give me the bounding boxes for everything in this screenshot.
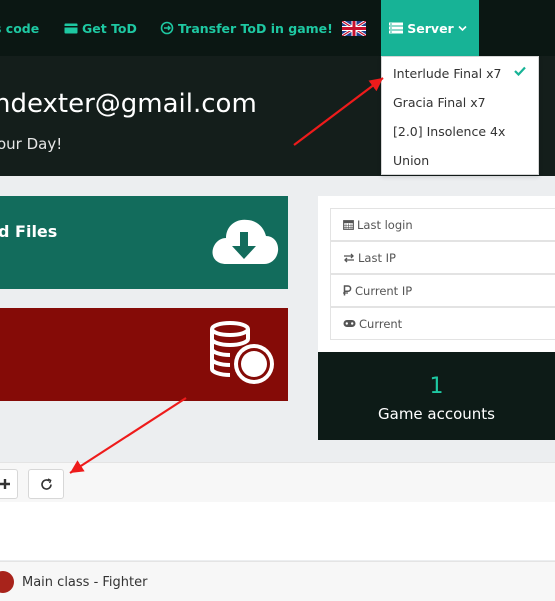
info-row-current-ip: Current IP	[330, 274, 555, 307]
character-list-row[interactable]: Main class - Fighter	[0, 561, 555, 601]
download-files-card[interactable]: d Files	[0, 196, 288, 289]
info-last-ip-label: Last IP	[358, 250, 396, 265]
language-uk-flag[interactable]	[342, 0, 370, 56]
nav-link-transfer-tod-label: Transfer ToD in game!	[178, 20, 333, 36]
server-dropdown-toggle[interactable]: Server	[381, 0, 479, 56]
hero-subtitle: our Day!	[0, 135, 63, 153]
uk-flag-icon	[342, 20, 366, 36]
server-list-icon	[389, 22, 404, 34]
checkmark-icon	[514, 66, 526, 76]
info-row-last-ip: Last IP	[330, 241, 555, 274]
game-accounts-box: 1 Game accounts	[318, 352, 555, 440]
wallet-icon	[64, 23, 78, 34]
refresh-button[interactable]	[28, 469, 64, 499]
donate-card[interactable]	[0, 308, 288, 401]
info-last-login-label: Last login	[357, 217, 413, 232]
user-email: ndexter@gmail.com	[0, 89, 257, 119]
coins-icon	[210, 321, 274, 384]
server-option-union[interactable]: Union	[382, 146, 538, 175]
nav-link-get-tod-label: Get ToD	[82, 20, 137, 36]
server-option-label: [2.0] Insolence 4x	[393, 124, 506, 139]
info-row-last-login: Last login	[330, 208, 555, 241]
nav-link-get-tod[interactable]: Get ToD	[64, 0, 137, 56]
account-info-panel: Last login Last IP Current IP Current	[318, 196, 555, 352]
class-avatar	[0, 571, 14, 593]
server-dropdown-label: Server	[407, 20, 454, 36]
accounts-content-area	[0, 502, 555, 560]
info-row-current: Current	[330, 307, 555, 340]
add-account-button[interactable]	[0, 469, 18, 499]
server-option-label: Gracia Final x7	[393, 95, 486, 110]
nav-link-transfer-tod[interactable]: Transfer ToD in game!	[160, 0, 333, 56]
server-option-label: Union	[393, 153, 430, 168]
calendar-icon	[343, 220, 354, 230]
plus-icon	[0, 479, 10, 489]
parking-p-icon	[343, 285, 352, 296]
transfer-icon	[160, 21, 174, 35]
game-accounts-label: Game accounts	[378, 405, 495, 423]
server-option-interlude[interactable]: Interlude Final x7	[382, 59, 538, 88]
chevron-down-icon	[458, 25, 467, 31]
server-option-label: Interlude Final x7	[393, 66, 502, 81]
cloud-download-icon	[212, 219, 279, 264]
info-current-ip-label: Current IP	[355, 283, 413, 298]
server-option-gracia[interactable]: Gracia Final x7	[382, 88, 538, 117]
nav-link-code-label: s code	[0, 20, 40, 36]
download-files-title: d Files	[0, 222, 58, 241]
character-class-label: Main class - Fighter	[22, 575, 148, 590]
exchange-icon	[344, 253, 354, 262]
top-navigation: s code Get ToD Transfer ToD in game! Ser…	[0, 0, 555, 56]
server-dropdown-menu: Interlude Final x7 Gracia Final x7 [2.0]…	[381, 56, 539, 175]
game-accounts-count: 1	[429, 374, 444, 399]
accounts-toolbar	[0, 462, 555, 502]
nav-link-code[interactable]: s code	[0, 0, 39, 56]
refresh-icon	[40, 477, 52, 490]
server-option-insolence[interactable]: [2.0] Insolence 4x	[382, 117, 538, 146]
gamepad-icon	[343, 320, 356, 327]
info-current-label: Current	[359, 316, 403, 331]
